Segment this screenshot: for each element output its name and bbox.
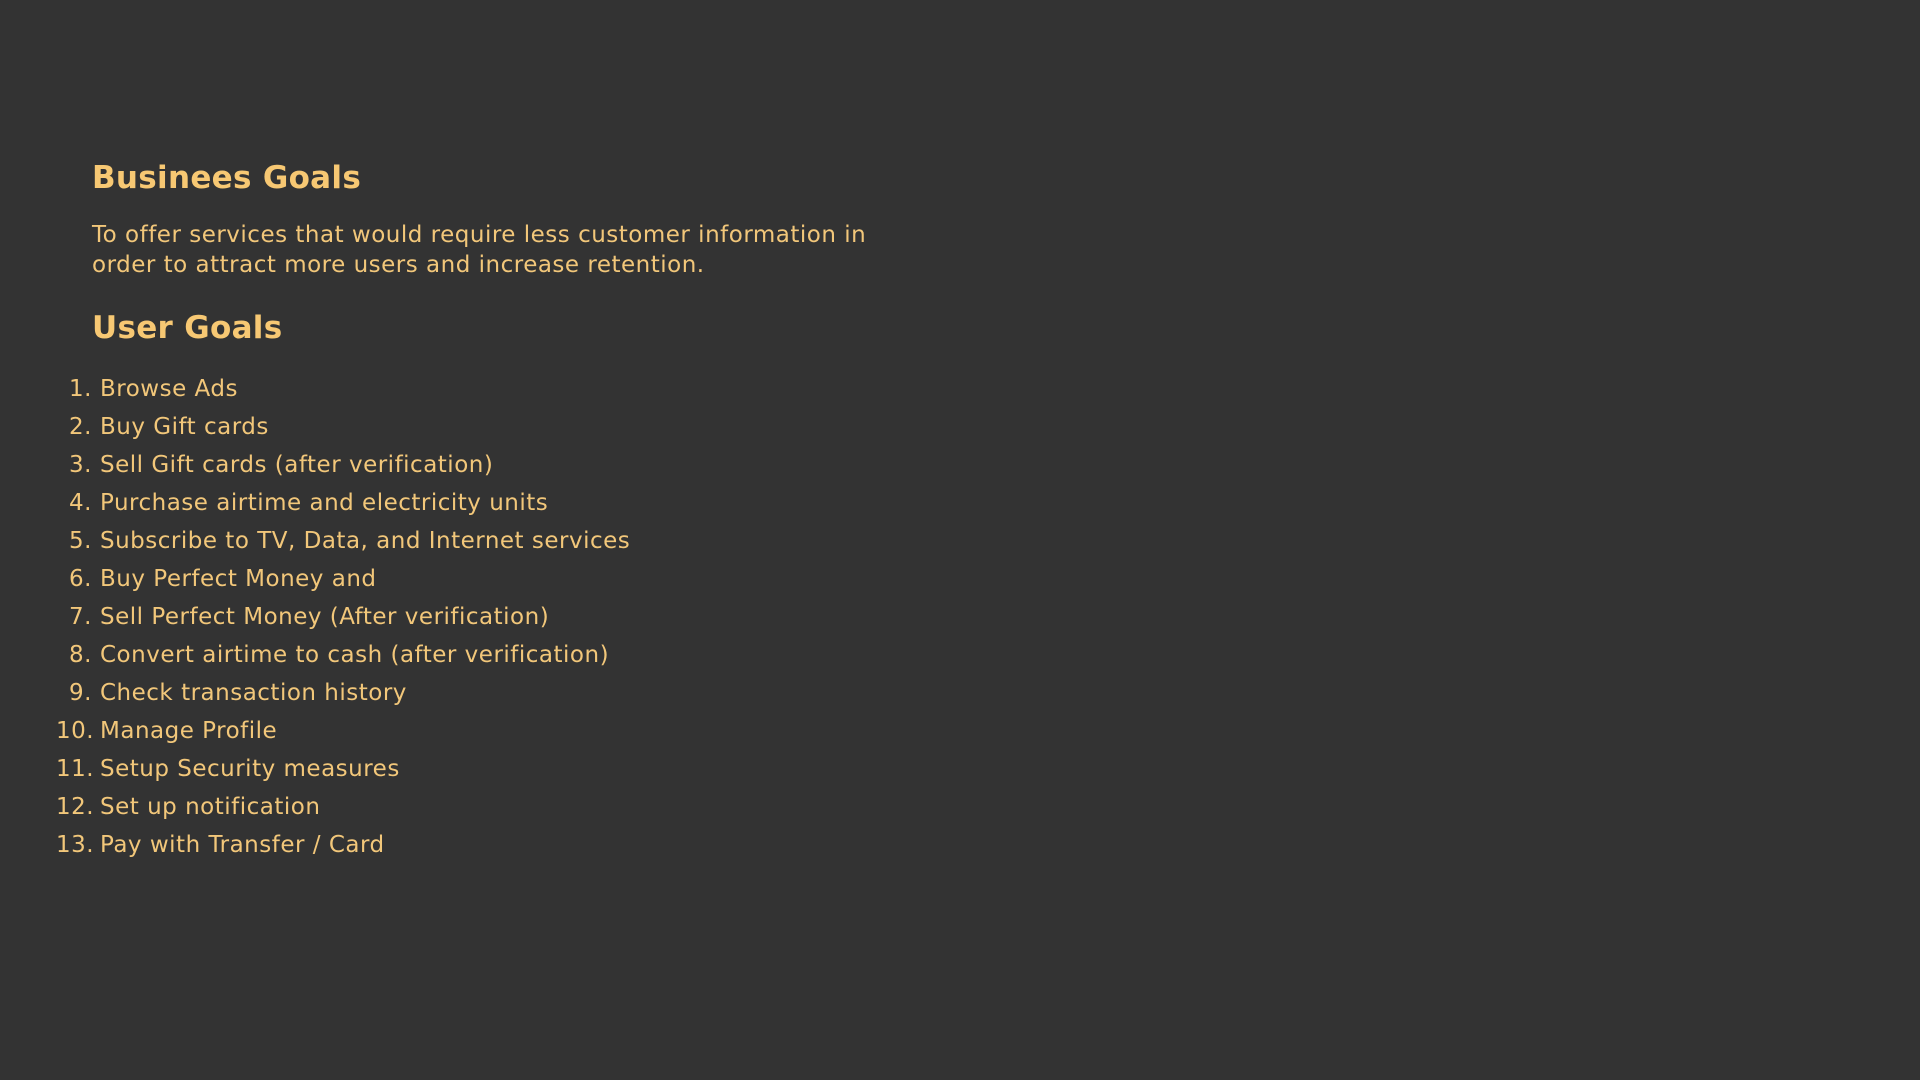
list-item-number: 1.	[69, 376, 92, 402]
list-item: 6. Buy Perfect Money and	[69, 560, 992, 598]
list-item-number: 7.	[69, 604, 92, 630]
list-item-text: Browse Ads	[100, 376, 238, 402]
list-item-text: Manage Profile	[100, 718, 278, 744]
list-item-text: Set up notification	[100, 794, 321, 820]
list-item: 4. Purchase airtime and electricity units	[69, 484, 992, 522]
list-item: 9. Check transaction history	[69, 674, 992, 712]
business-goals-heading: Businees Goals	[92, 160, 362, 196]
list-item-number: 4.	[69, 490, 92, 516]
list-item-text: Buy Gift cards	[100, 414, 269, 440]
list-item: 13. Pay with Transfer / Card	[56, 826, 992, 864]
list-item: 11. Setup Security measures	[56, 750, 992, 788]
list-item-number: 8.	[69, 642, 92, 668]
list-item: 3. Sell Gift cards (after verification)	[69, 446, 992, 484]
goals-document: Businees Goals To offer services that wo…	[56, 160, 992, 864]
list-item: 5. Subscribe to TV, Data, and Internet se…	[69, 522, 992, 560]
list-item-text: Sell Perfect Money (After verification)	[100, 604, 550, 630]
list-item-number: 2.	[69, 414, 92, 440]
list-item-text: Check transaction history	[100, 680, 407, 706]
list-item-text: Convert airtime to cash (after verificat…	[100, 642, 610, 668]
user-goals-heading: User Goals	[92, 310, 283, 346]
list-item: 2. Buy Gift cards	[69, 408, 992, 446]
list-item: 7. Sell Perfect Money (After verification…	[69, 598, 992, 636]
business-goals-description: To offer services that would require les…	[92, 220, 992, 280]
list-item-text: Sell Gift cards (after verification)	[100, 452, 494, 478]
list-item-number: 6.	[69, 566, 92, 592]
list-item-number: 11.	[56, 756, 95, 782]
list-item-number: 10.	[56, 718, 95, 744]
list-item-text: Setup Security measures	[100, 756, 400, 782]
list-item-number: 12.	[56, 794, 95, 820]
list-item-number: 3.	[69, 452, 92, 478]
business-description-line-1: To offer services that would require les…	[92, 222, 867, 248]
list-item-text: Subscribe to TV, Data, and Internet serv…	[100, 528, 631, 554]
list-item: 10. Manage Profile	[56, 712, 992, 750]
list-item-number: 9.	[69, 680, 92, 706]
list-item-number: 13.	[56, 832, 95, 858]
list-item: 12. Set up notification	[56, 788, 992, 826]
list-item: 8. Convert airtime to cash (after verific…	[69, 636, 992, 674]
list-item-number: 5.	[69, 528, 92, 554]
business-description-line-2: order to attract more users and increase…	[92, 252, 705, 278]
list-item-text: Buy Perfect Money and	[100, 566, 377, 592]
list-item: 1. Browse Ads	[69, 370, 992, 408]
user-goals-list: 1. Browse Ads 2. Buy Gift cards 3. Sell Gift …	[56, 370, 992, 864]
list-item-text: Pay with Transfer / Card	[100, 832, 385, 858]
list-item-text: Purchase airtime and electricity units	[100, 490, 549, 516]
